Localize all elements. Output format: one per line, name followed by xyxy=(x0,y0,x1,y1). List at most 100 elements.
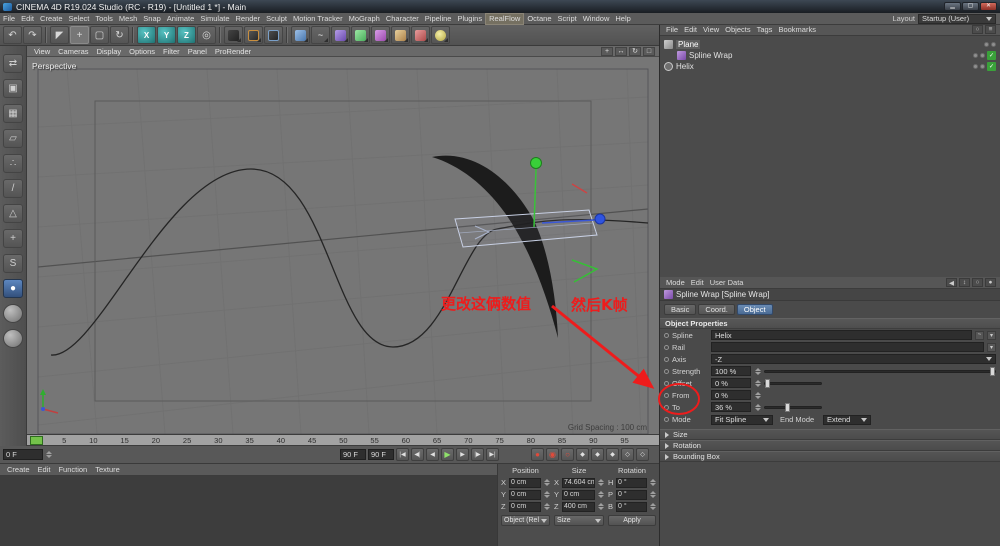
scale-tool-icon[interactable]: ▢ xyxy=(90,26,109,44)
x-axis-handle-ball[interactable] xyxy=(594,213,606,225)
light-icon[interactable] xyxy=(431,26,450,44)
z-axis-handle[interactable] xyxy=(571,183,588,194)
object-mode-dropdown[interactable]: Object (Rel xyxy=(501,515,551,526)
strength-slider[interactable] xyxy=(764,366,996,376)
rotate-view-icon[interactable]: ↻ xyxy=(629,46,641,56)
size-x-field[interactable]: 74.604 cm xyxy=(562,477,596,488)
spinner[interactable] xyxy=(544,491,551,498)
live-selection-icon[interactable]: ◤ xyxy=(50,26,69,44)
environment-icon[interactable] xyxy=(391,26,410,44)
viewport-canvas[interactable]: Perspective Grid Spacing : 100 cm xyxy=(27,57,659,434)
material-list-area[interactable] xyxy=(0,476,497,546)
menu-motion-tracker[interactable]: Motion Tracker xyxy=(290,13,346,25)
position-x-field[interactable]: 0 cm xyxy=(509,477,542,488)
enabled-check-icon[interactable]: ✓ xyxy=(987,51,996,60)
pen-spline-icon[interactable]: ~ xyxy=(311,26,330,44)
x-axis-lock-button[interactable]: X xyxy=(137,26,156,44)
deformed-plane-object[interactable] xyxy=(432,155,558,338)
om-menu-objects[interactable]: Objects xyxy=(723,25,752,34)
make-editable-icon[interactable]: ⇄ xyxy=(3,54,23,73)
menu-file[interactable]: File xyxy=(0,13,18,25)
array-generator-icon[interactable] xyxy=(351,26,370,44)
texture-mode-icon[interactable]: ▦ xyxy=(3,104,23,123)
search-icon[interactable]: ○ xyxy=(972,25,983,34)
render-view-icon[interactable] xyxy=(224,26,243,44)
record-keyframe-icon[interactable]: ● xyxy=(531,448,544,461)
spinner[interactable] xyxy=(755,391,761,399)
enable-axis-icon[interactable]: + xyxy=(3,229,23,248)
section-rotation[interactable]: Rotation xyxy=(660,440,1000,451)
menu-sculpt[interactable]: Sculpt xyxy=(263,13,290,25)
visibility-dot-icon[interactable] xyxy=(973,53,978,58)
menu-create[interactable]: Create xyxy=(37,13,66,25)
current-frame-field[interactable]: 0 F xyxy=(3,449,43,460)
size-z-field[interactable]: 400 cm xyxy=(562,501,596,512)
spinner[interactable] xyxy=(650,479,656,486)
vp-menu-options[interactable]: Options xyxy=(126,47,158,56)
spinner[interactable] xyxy=(598,503,605,510)
size-y-field[interactable]: 0 cm xyxy=(562,489,596,500)
rotate-tool-icon[interactable]: ↻ xyxy=(110,26,129,44)
close-button[interactable]: ✕ xyxy=(980,2,997,11)
om-menu-edit[interactable]: Edit xyxy=(682,25,699,34)
next-key-icon[interactable]: |▶ xyxy=(471,448,484,461)
next-frame-icon[interactable]: ▶ xyxy=(456,448,469,461)
anim-dot-icon[interactable] xyxy=(664,380,669,386)
menu-character[interactable]: Character xyxy=(383,13,422,25)
undo-icon[interactable]: ↶ xyxy=(3,26,22,44)
object-row-spline-wrap[interactable]: Spline Wrap ✓ xyxy=(660,50,1000,61)
from-field[interactable]: 0 % xyxy=(711,390,751,400)
spinner[interactable] xyxy=(544,503,551,510)
object-row-plane[interactable]: Plane xyxy=(660,39,1000,50)
end-mode-dropdown[interactable]: Extend xyxy=(823,414,871,425)
anim-dot-icon[interactable] xyxy=(664,368,669,374)
menu-snap[interactable]: Snap xyxy=(140,13,164,25)
menu-edit[interactable]: Edit xyxy=(18,13,37,25)
goto-end-icon[interactable]: ▶| xyxy=(486,448,499,461)
section-size[interactable]: Size xyxy=(660,429,1000,440)
goto-start-icon[interactable]: |◀ xyxy=(396,448,409,461)
am-menu-edit[interactable]: Edit xyxy=(689,278,706,287)
visibility-dot-icon[interactable] xyxy=(980,53,985,58)
tab-object[interactable]: Object xyxy=(736,303,773,315)
menu-octane[interactable]: Octane xyxy=(524,13,554,25)
axis-dropdown[interactable]: -Z xyxy=(711,354,996,364)
z-axis-lock-button[interactable]: Z xyxy=(177,26,196,44)
menu-animate[interactable]: Animate xyxy=(164,13,198,25)
tab-coord[interactable]: Coord. xyxy=(698,303,735,315)
visibility-dot-icon[interactable] xyxy=(991,42,996,47)
vp-menu-view[interactable]: View xyxy=(31,47,53,56)
edges-mode-icon[interactable]: / xyxy=(3,179,23,198)
spline-field[interactable]: Helix xyxy=(711,330,972,340)
anim-dot-icon[interactable] xyxy=(664,356,669,362)
mat-menu-texture[interactable]: Texture xyxy=(92,465,123,474)
lock-icon[interactable]: ● xyxy=(985,278,996,287)
position-z-field[interactable]: 0 cm xyxy=(509,501,542,512)
to-field[interactable]: 36 % xyxy=(711,402,751,412)
maximize-button[interactable]: ▢ xyxy=(962,2,979,11)
anim-dot-icon[interactable] xyxy=(664,417,669,422)
lock-workplane-icon[interactable]: ● xyxy=(3,279,23,298)
rotation-h-field[interactable]: 0 ° xyxy=(616,477,647,488)
viewport-sphere-icon[interactable] xyxy=(3,329,23,348)
history-icon[interactable]: ↕ xyxy=(959,278,970,287)
y-axis-handle-ball[interactable] xyxy=(530,157,542,169)
keyframe-selection-icon[interactable]: ○ xyxy=(561,448,574,461)
menu-help[interactable]: Help xyxy=(612,13,633,25)
viewport-sphere-icon[interactable] xyxy=(3,304,23,323)
layout-dropdown[interactable]: Startup (User) xyxy=(918,13,996,24)
size-mode-dropdown[interactable]: Size xyxy=(554,515,605,526)
filter-icon[interactable]: ≡ xyxy=(985,25,996,34)
redo-icon[interactable]: ↷ xyxy=(23,26,42,44)
om-menu-view[interactable]: View xyxy=(701,25,721,34)
prev-frame-icon[interactable]: ◀ xyxy=(426,448,439,461)
autokey-icon[interactable]: ◉ xyxy=(546,448,559,461)
record-parameter-icon[interactable]: ◇ xyxy=(621,448,634,461)
search-icon[interactable]: ○ xyxy=(972,278,983,287)
workplane-mode-icon[interactable]: ▱ xyxy=(3,129,23,148)
om-menu-file[interactable]: File xyxy=(664,25,680,34)
mat-menu-edit[interactable]: Edit xyxy=(35,465,54,474)
menu-simulate[interactable]: Simulate xyxy=(197,13,232,25)
record-pla-icon[interactable]: ◇ xyxy=(636,448,649,461)
mat-menu-function[interactable]: Function xyxy=(55,465,90,474)
